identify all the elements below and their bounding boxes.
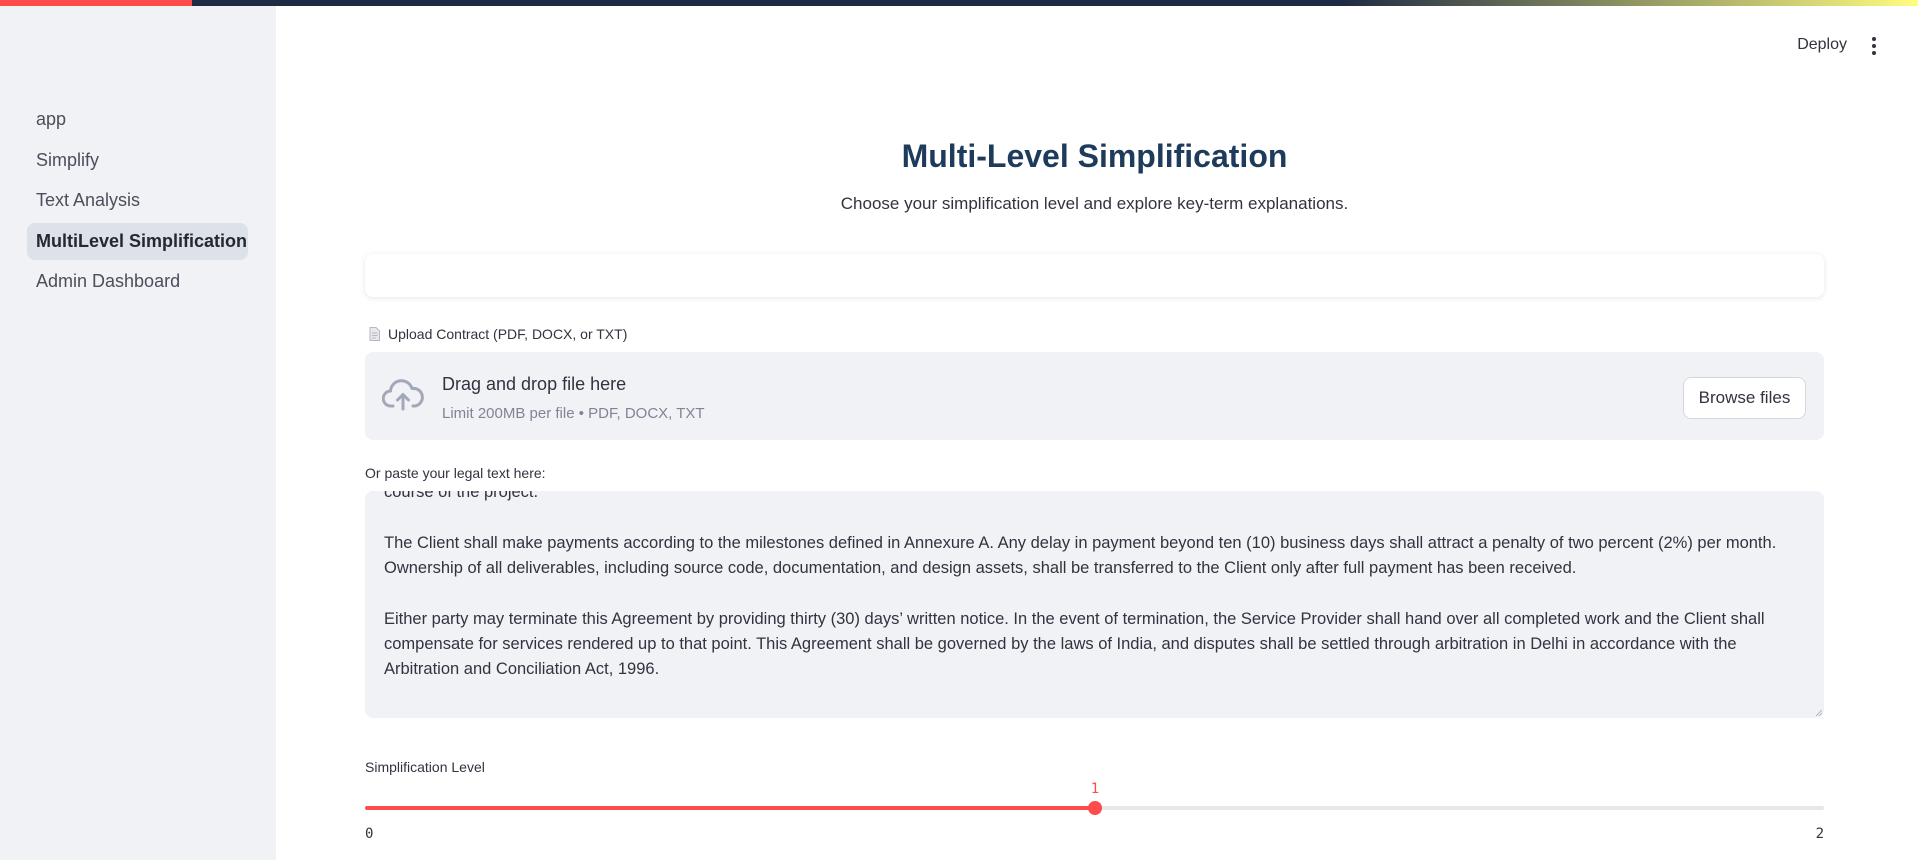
legal-text-paragraph: Either party may terminate this Agreemen… bbox=[384, 610, 1765, 678]
legal-text-paragraph: The Client shall make payments according… bbox=[384, 534, 1777, 577]
sidebar-item-admin-dashboard[interactable]: Admin Dashboard bbox=[27, 263, 248, 300]
sidebar: app Simplify Text Analysis MultiLevel Si… bbox=[0, 6, 276, 860]
main-content: Multi-Level Simplification Choose your s… bbox=[365, 0, 1824, 860]
legal-text-paragraph: course of the project. bbox=[384, 491, 539, 501]
slider-fill bbox=[365, 806, 1095, 810]
cloud-upload-icon bbox=[382, 379, 424, 411]
dropzone-title: Drag and drop file here bbox=[442, 374, 627, 394]
document-icon bbox=[369, 327, 380, 341]
slider-max-label: 2 bbox=[1815, 826, 1824, 842]
legal-text-area[interactable]: course of the project. The Client shall … bbox=[365, 491, 1824, 718]
upload-label-text: Upload Contract (PDF, DOCX, or TXT) bbox=[388, 326, 628, 342]
kebab-vertical-icon[interactable] bbox=[1866, 37, 1882, 57]
empty-card bbox=[365, 254, 1824, 297]
page-subtitle: Choose your simplification level and exp… bbox=[840, 194, 1349, 213]
sidebar-item-app[interactable]: app bbox=[27, 101, 248, 138]
dropzone-limit: Limit 200MB per file • PDF, DOCX, TXT bbox=[442, 405, 705, 422]
page-title: Multi-Level Simplification bbox=[901, 138, 1288, 174]
sidebar-item-text-analysis[interactable]: Text Analysis bbox=[27, 182, 248, 219]
sidebar-item-simplify[interactable]: Simplify bbox=[27, 142, 248, 179]
sidebar-nav: app Simplify Text Analysis MultiLevel Si… bbox=[27, 101, 248, 304]
slider-value-label: 1 bbox=[1090, 781, 1100, 797]
slider-min-label: 0 bbox=[365, 826, 374, 842]
paste-label: Or paste your legal text here: bbox=[365, 465, 546, 481]
slider-thumb[interactable] bbox=[1088, 801, 1102, 815]
resize-grip-icon[interactable] bbox=[1816, 710, 1822, 716]
simplification-slider-track[interactable] bbox=[365, 801, 1824, 815]
browse-files-button[interactable]: Browse files bbox=[1683, 377, 1806, 419]
slider-label: Simplification Level bbox=[365, 759, 485, 775]
legal-text-content: course of the project. The Client shall … bbox=[384, 491, 1784, 708]
upload-label: Upload Contract (PDF, DOCX, or TXT) bbox=[369, 326, 627, 342]
sidebar-item-multilevel-simplification[interactable]: MultiLevel Simplification bbox=[27, 222, 248, 260]
file-dropzone[interactable]: Drag and drop file here Limit 200MB per … bbox=[365, 352, 1824, 440]
